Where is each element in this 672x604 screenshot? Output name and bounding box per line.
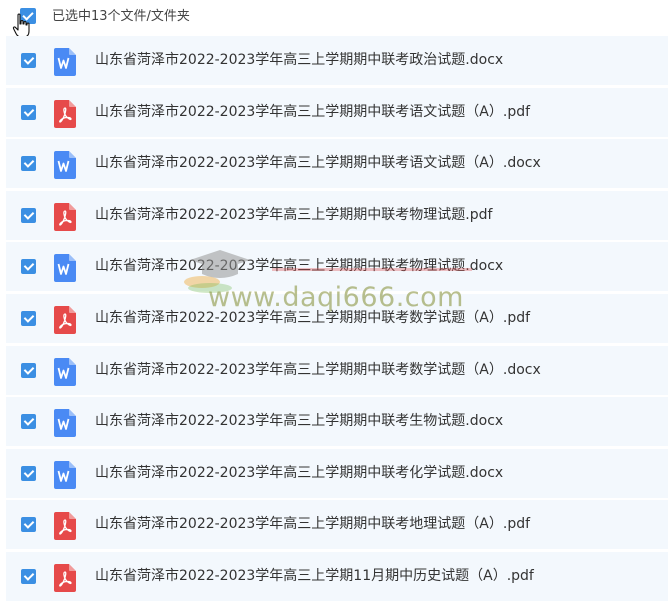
file-row[interactable]: 山东省菏泽市2022-2023学年高三上学期期中联考化学试题.docx <box>6 448 668 498</box>
file-checkbox[interactable] <box>21 104 36 120</box>
file-name[interactable]: 山东省菏泽市2022-2023学年高三上学期期中联考语文试题（A）.pdf <box>95 103 530 121</box>
file-checkbox[interactable] <box>21 207 36 223</box>
word-icon <box>54 254 76 283</box>
pdf-icon <box>54 99 76 128</box>
file-name[interactable]: 山东省菏泽市2022-2023学年高三上学期期中联考化学试题.docx <box>95 464 503 482</box>
file-checkbox[interactable] <box>21 568 36 584</box>
file-list: 山东省菏泽市2022-2023学年高三上学期期中联考政治试题.docx 山东省菏泽… <box>6 36 668 604</box>
file-row[interactable]: 山东省菏泽市2022-2023学年高三上学期期中联考数学试题（A）.docx <box>6 345 668 395</box>
file-row[interactable]: 山东省菏泽市2022-2023学年高三上学期期中联考物理试题.pdf <box>6 190 668 240</box>
pdf-icon <box>54 563 76 592</box>
file-name[interactable]: 山东省菏泽市2022-2023学年高三上学期期中联考物理试题.pdf <box>95 206 492 224</box>
file-name[interactable]: 山东省菏泽市2022-2023学年高三上学期期中联考物理试题.docx <box>95 257 503 275</box>
file-checkbox[interactable] <box>21 414 36 430</box>
file-row[interactable]: 山东省菏泽市2022-2023学年高三上学期期中联考地理试题（A）.pdf <box>6 500 668 550</box>
file-row[interactable]: 山东省菏泽市2022-2023学年高三上学期期中联考生物试题.docx <box>6 397 668 447</box>
file-checkbox[interactable] <box>21 259 36 275</box>
file-name[interactable]: 山东省菏泽市2022-2023学年高三上学期期中联考政治试题.docx <box>95 51 503 69</box>
file-selection-list: 已选中13个文件/文件夹 山东省菏泽市2022-2023学年高三上学期期中联考政… <box>0 0 672 604</box>
file-row[interactable]: 山东省菏泽市2022-2023学年高三上学期期中联考语文试题（A）.docx <box>6 139 668 189</box>
word-icon <box>54 48 76 76</box>
file-row[interactable]: 山东省菏泽市2022-2023学年高三上学期期中联考物理试题.docx <box>6 242 668 292</box>
file-checkbox[interactable] <box>21 310 36 326</box>
selection-header: 已选中13个文件/文件夹 <box>0 0 672 38</box>
selection-count-label: 已选中13个文件/文件夹 <box>52 9 190 24</box>
file-checkbox[interactable] <box>21 465 36 481</box>
pdf-icon <box>54 512 76 541</box>
file-checkbox[interactable] <box>21 517 36 533</box>
file-name[interactable]: 山东省菏泽市2022-2023学年高三上学期期中联考数学试题（A）.pdf <box>95 309 530 327</box>
file-name[interactable]: 山东省菏泽市2022-2023学年高三上学期期中联考语文试题（A）.docx <box>95 154 541 172</box>
word-icon <box>54 357 76 386</box>
word-icon <box>54 151 76 180</box>
word-icon <box>54 409 76 438</box>
file-checkbox[interactable] <box>21 156 36 172</box>
file-checkbox[interactable] <box>21 362 36 378</box>
file-checkbox[interactable] <box>21 53 36 68</box>
word-icon <box>54 460 76 489</box>
file-row[interactable]: 山东省菏泽市2022-2023学年高三上学期期中联考数学试题（A）.pdf <box>6 293 668 343</box>
file-name[interactable]: 山东省菏泽市2022-2023学年高三上学期期中联考数学试题（A）.docx <box>95 361 541 379</box>
pdf-icon <box>54 202 76 231</box>
file-name[interactable]: 山东省菏泽市2022-2023学年高三上学期11月期中历史试题（A）.pdf <box>95 567 534 585</box>
file-row[interactable]: 山东省菏泽市2022-2023学年高三上学期期中联考政治试题.docx <box>6 36 668 85</box>
file-row[interactable]: 山东省菏泽市2022-2023学年高三上学期11月期中历史试题（A）.pdf <box>6 551 668 601</box>
file-row[interactable]: 山东省菏泽市2022-2023学年高三上学期期中联考语文试题（A）.pdf <box>6 87 668 137</box>
file-name[interactable]: 山东省菏泽市2022-2023学年高三上学期期中联考地理试题（A）.pdf <box>95 515 530 533</box>
pdf-icon <box>54 305 76 334</box>
file-name[interactable]: 山东省菏泽市2022-2023学年高三上学期期中联考生物试题.docx <box>95 412 503 430</box>
